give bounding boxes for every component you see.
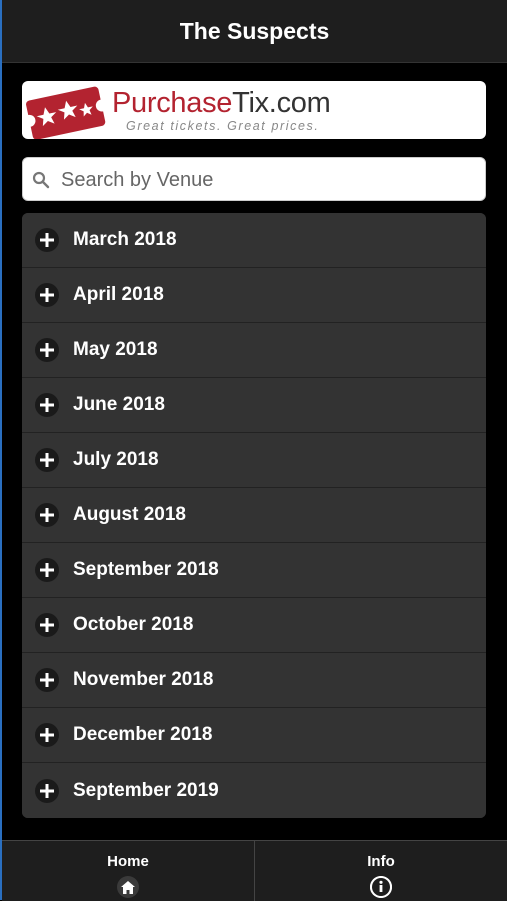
month-row[interactable]: July 2018 bbox=[22, 433, 486, 488]
footer-navbar: Home Info bbox=[2, 840, 507, 901]
window-edge bbox=[0, 0, 2, 900]
brand-wordmark: PurchaseTix.com bbox=[112, 87, 331, 120]
month-row[interactable]: April 2018 bbox=[22, 268, 486, 323]
month-label: October 2018 bbox=[73, 614, 194, 635]
header-bar: The Suspects bbox=[2, 0, 507, 63]
home-tab-button[interactable]: Home bbox=[2, 841, 254, 901]
home-icon bbox=[117, 876, 139, 898]
month-row[interactable]: October 2018 bbox=[22, 598, 486, 653]
plus-icon bbox=[35, 283, 59, 307]
plus-icon bbox=[35, 338, 59, 362]
purchasetix-banner[interactable]: PurchaseTix.com Great tickets. Great pri… bbox=[22, 81, 486, 139]
month-label: September 2018 bbox=[73, 559, 219, 580]
month-row[interactable]: December 2018 bbox=[22, 708, 486, 763]
brand-part-purchase: Purchase bbox=[112, 87, 233, 119]
month-label: November 2018 bbox=[73, 669, 214, 690]
plus-icon bbox=[35, 228, 59, 252]
month-row[interactable]: November 2018 bbox=[22, 653, 486, 708]
month-row[interactable]: June 2018 bbox=[22, 378, 486, 433]
month-row[interactable]: March 2018 bbox=[22, 213, 486, 268]
month-label: May 2018 bbox=[73, 339, 158, 360]
plus-icon bbox=[35, 558, 59, 582]
ticket-logo-icon bbox=[23, 86, 108, 139]
plus-icon bbox=[35, 778, 59, 803]
month-label: September 2019 bbox=[73, 779, 219, 801]
plus-icon bbox=[35, 723, 59, 747]
month-row[interactable]: September 2018 bbox=[22, 543, 486, 598]
month-label: August 2018 bbox=[73, 504, 186, 525]
plus-icon bbox=[35, 503, 59, 527]
month-row[interactable]: August 2018 bbox=[22, 488, 486, 543]
month-row[interactable]: September 2019 bbox=[22, 763, 486, 818]
month-label: December 2018 bbox=[73, 724, 213, 745]
info-tab-label: Info bbox=[367, 853, 395, 870]
month-label: June 2018 bbox=[73, 394, 165, 415]
month-label: March 2018 bbox=[73, 229, 177, 250]
info-icon bbox=[370, 876, 392, 898]
month-label: April 2018 bbox=[73, 284, 164, 305]
info-tab-button[interactable]: Info bbox=[254, 841, 507, 901]
plus-icon bbox=[35, 393, 59, 417]
search-box[interactable] bbox=[22, 157, 486, 202]
page-title: The Suspects bbox=[179, 17, 330, 44]
month-label: July 2018 bbox=[73, 449, 159, 470]
brand-tagline: Great tickets. Great prices. bbox=[126, 119, 320, 133]
month-row[interactable]: May 2018 bbox=[22, 323, 486, 378]
search-icon bbox=[32, 171, 50, 189]
search-input[interactable] bbox=[59, 158, 483, 202]
plus-icon bbox=[35, 448, 59, 472]
plus-icon bbox=[35, 613, 59, 637]
plus-icon bbox=[35, 668, 59, 692]
month-list: March 2018 April 2018 May 2018 June 2018… bbox=[22, 213, 486, 818]
home-tab-label: Home bbox=[107, 853, 149, 870]
brand-part-tix: Tix.com bbox=[232, 87, 331, 119]
